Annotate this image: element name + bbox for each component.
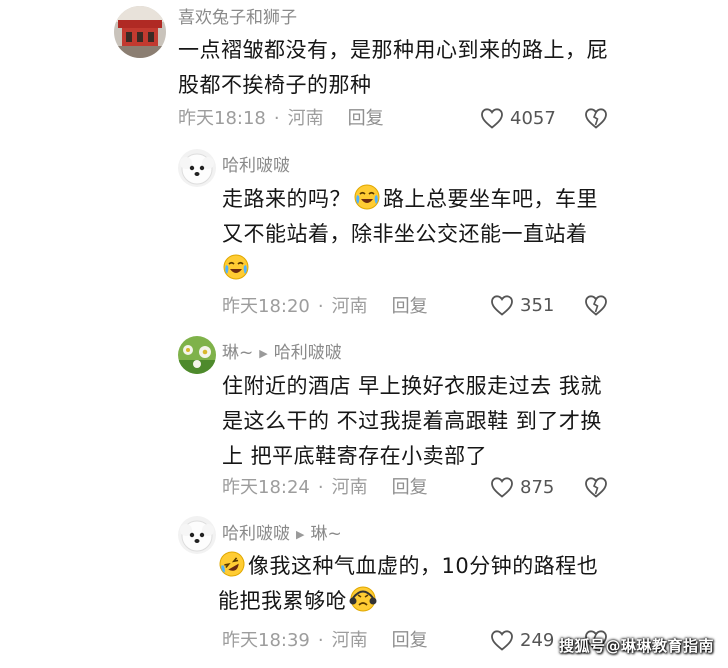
- like-count: 875: [520, 476, 555, 498]
- comment-location: 河南: [331, 477, 368, 498]
- comment-text-line: [222, 252, 598, 287]
- reply-author[interactable]: 琳~: [222, 343, 253, 363]
- play-triangle-icon: ▶: [296, 528, 305, 541]
- crying-laughing-emoji-icon: [222, 253, 250, 281]
- heart-outline-icon: [490, 476, 514, 498]
- like-count: 351: [520, 294, 555, 316]
- comment-text-fragment: 像我这种气血虚的，10分钟的路程也: [248, 554, 599, 578]
- comment-meta: 昨天18:24 · 河南 回复: [222, 476, 428, 500]
- comment-time: 昨天18:20: [222, 296, 310, 317]
- reply-button[interactable]: 回复: [392, 477, 428, 498]
- dislike-button[interactable]: [584, 476, 608, 498]
- comment-text-fragment: 走路来的吗？: [222, 187, 351, 211]
- comment-location: 河南: [287, 108, 324, 129]
- comment-text-line: 是这么干的 不过我提着高跟鞋 到了才换: [222, 409, 602, 433]
- comment-username: 琳~ ▶ 哈利啵啵: [222, 342, 342, 366]
- comment-text-line: 又不能站着，除非坐公交还能一直站着: [222, 222, 588, 246]
- comment-time: 昨天18:18: [178, 108, 266, 129]
- comment-text: 走路来的吗？ 路上总要坐车吧，车里 又不能站着，除非坐公交还能一直站着: [222, 182, 598, 287]
- dislike-button[interactable]: [584, 294, 608, 316]
- comment-text: 住附近的酒店 早上换好衣服走过去 我就 是这么干的 不过我提着高跟鞋 到了才换 …: [222, 369, 602, 474]
- reply-author[interactable]: 哈利啵啵: [222, 524, 290, 544]
- comment-text-line: 股都不挨椅子的那种: [178, 73, 372, 97]
- comment-text-line: 一点褶皱都没有，是那种用心到来的路上，屁: [178, 38, 608, 62]
- comment-text: 一点褶皱都没有，是那种用心到来的路上，屁 股都不挨椅子的那种: [178, 33, 608, 103]
- comment-text-line: 走路来的吗？ 路上总要坐车吧，车里: [222, 182, 598, 217]
- comment-text-line: 能把我累够呛: [218, 584, 598, 619]
- broken-heart-icon: [584, 107, 608, 129]
- reply-target[interactable]: 哈利啵啵: [274, 343, 342, 363]
- rolling-laughing-emoji-icon: [218, 550, 246, 578]
- comment-text-line: 上 把平底鞋寄存在小卖部了: [222, 444, 488, 468]
- comment-meta: 昨天18:39 · 河南 回复: [222, 629, 428, 653]
- like-count: 249: [520, 629, 555, 651]
- play-triangle-icon: ▶: [259, 347, 268, 360]
- avatar[interactable]: [178, 516, 216, 554]
- like-count: 4057: [510, 107, 556, 129]
- broken-heart-icon: [584, 476, 608, 498]
- comment-meta: 昨天18:20 · 河南 回复: [222, 295, 428, 319]
- comment-location: 河南: [331, 296, 368, 317]
- crying-laughing-emoji-icon: [353, 183, 381, 211]
- meta-separator: ·: [317, 477, 324, 498]
- heart-outline-icon: [480, 107, 504, 129]
- comment-text-line: 住附近的酒店 早上换好衣服走过去 我就: [222, 374, 602, 398]
- broken-heart-icon: [584, 294, 608, 316]
- frowning-emoji-icon: [349, 585, 377, 613]
- like-button[interactable]: 875: [490, 476, 554, 498]
- like-button[interactable]: 4057: [480, 107, 556, 129]
- comment-username[interactable]: 哈利啵啵: [222, 155, 290, 177]
- like-button[interactable]: 351: [490, 294, 554, 316]
- avatar[interactable]: [178, 149, 216, 187]
- watermark: 搜狐号@琳琳教育指南: [558, 637, 714, 655]
- dislike-button[interactable]: [584, 107, 608, 129]
- avatar[interactable]: [178, 336, 216, 374]
- comment-username[interactable]: 喜欢兔子和狮子: [178, 7, 297, 29]
- heart-outline-icon: [490, 294, 514, 316]
- reply-button[interactable]: 回复: [392, 296, 428, 317]
- comment-time: 昨天18:39: [222, 630, 310, 651]
- reply-target[interactable]: 琳~: [310, 524, 341, 544]
- comment-text-fragment: 能把我累够呛: [218, 589, 347, 613]
- meta-separator: ·: [273, 108, 280, 129]
- reply-button[interactable]: 回复: [392, 630, 428, 651]
- reply-button[interactable]: 回复: [348, 108, 384, 129]
- comment-meta: 昨天18:18 · 河南 回复: [178, 107, 384, 131]
- comment-time: 昨天18:24: [222, 477, 310, 498]
- comment-text: 像我这种气血虚的，10分钟的路程也 能把我累够呛: [218, 549, 598, 619]
- comment-username: 哈利啵啵 ▶ 琳~: [222, 523, 342, 547]
- meta-separator: ·: [317, 630, 324, 651]
- comment-text-line: 像我这种气血虚的，10分钟的路程也: [218, 549, 598, 584]
- comment-location: 河南: [331, 630, 368, 651]
- heart-outline-icon: [490, 629, 514, 651]
- comment-text-fragment: 路上总要坐车吧，车里: [383, 187, 598, 211]
- like-button[interactable]: 249: [490, 629, 554, 651]
- meta-separator: ·: [317, 296, 324, 317]
- avatar[interactable]: [114, 6, 166, 58]
